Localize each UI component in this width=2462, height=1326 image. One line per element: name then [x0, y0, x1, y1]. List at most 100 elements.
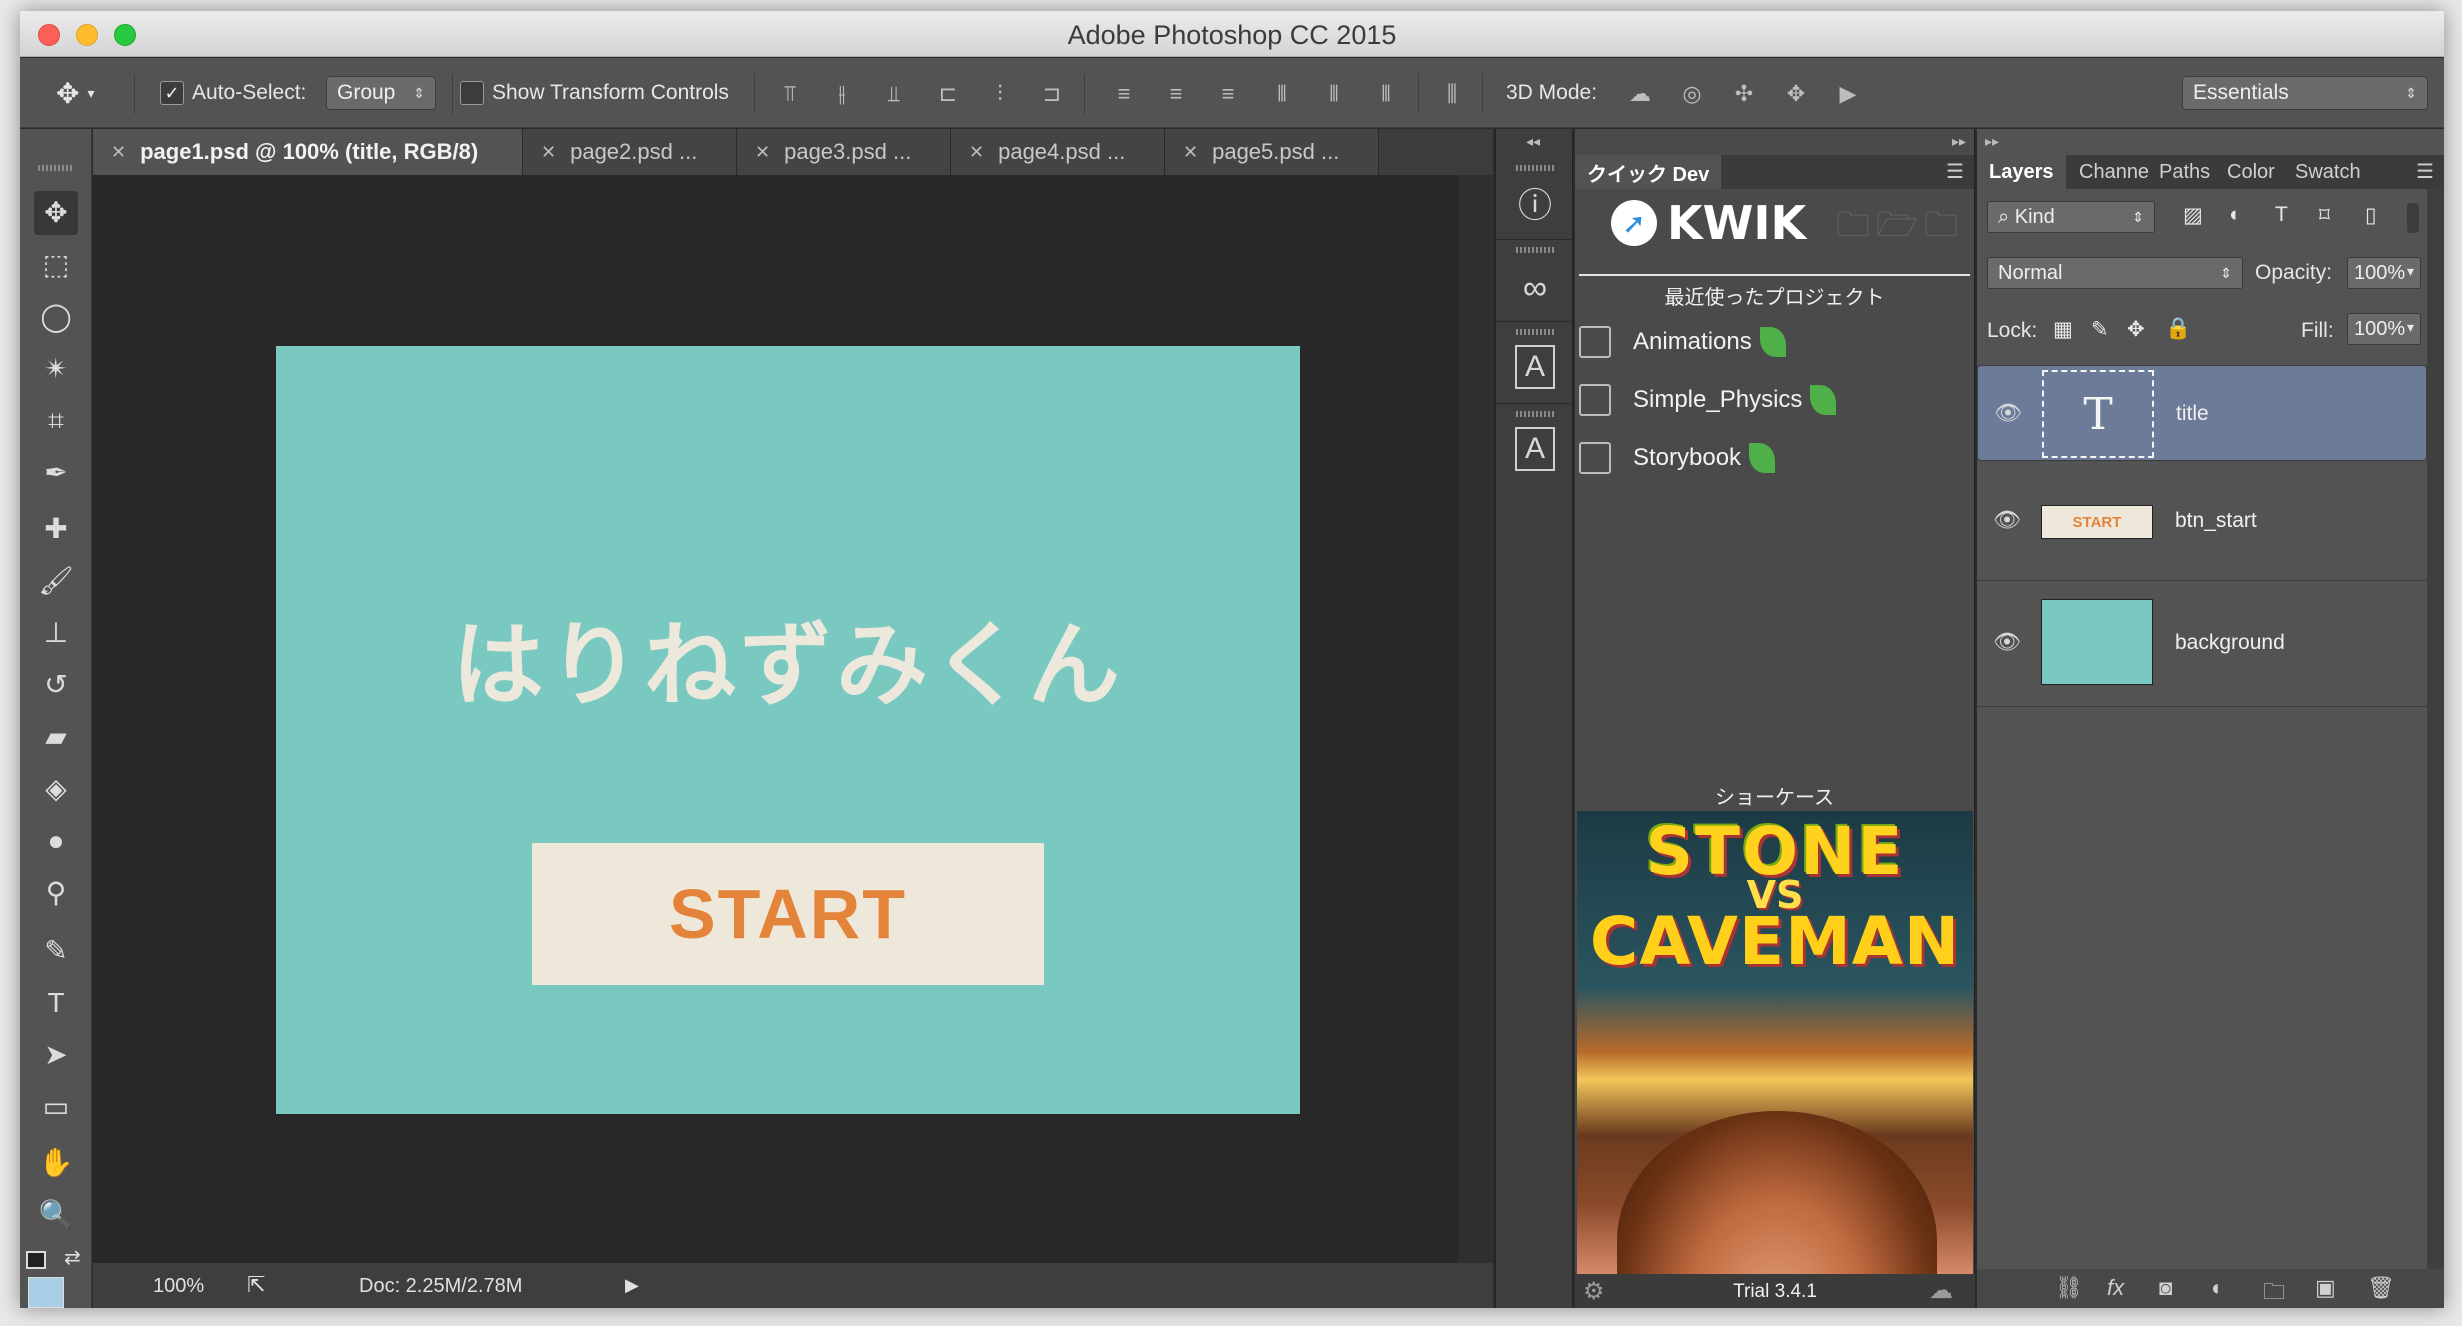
canvas-start-button[interactable]: START: [532, 843, 1044, 985]
fx-icon[interactable]: fx: [2107, 1275, 2124, 1301]
link-layers-icon[interactable]: ⛓: [2055, 1275, 2083, 1301]
path-selection-tool-icon[interactable]: ➤: [34, 1033, 78, 1077]
tab-layers[interactable]: Layers: [1977, 155, 2066, 189]
swap-colors-icon[interactable]: ⇄: [64, 1245, 81, 1270]
project-item-storybook[interactable]: Storybook: [1575, 438, 1776, 478]
layer-name[interactable]: title: [2176, 402, 2209, 426]
layer-name[interactable]: btn_start: [2175, 509, 2257, 533]
panel-grip[interactable]: [1516, 165, 1554, 171]
project-item-animations[interactable]: Animations: [1575, 322, 1786, 362]
healing-brush-tool-icon[interactable]: ✚: [34, 507, 78, 551]
blur-tool-icon[interactable]: ●: [34, 819, 78, 863]
lock-position-icon[interactable]: ✥: [2127, 317, 2145, 342]
creative-cloud-icon[interactable]: ∞: [1508, 263, 1562, 313]
panel-menu-icon[interactable]: ☰: [1946, 159, 1964, 184]
hand-tool-icon[interactable]: ✋: [34, 1141, 78, 1185]
eye-icon[interactable]: 👁: [1993, 629, 2021, 655]
open-folder-icon[interactable]: 🗁: [1876, 206, 1924, 244]
3d-slide-icon[interactable]: ✥: [1782, 80, 1810, 108]
panel-grip[interactable]: [1516, 247, 1554, 253]
default-colors-icon[interactable]: [26, 1251, 46, 1269]
share-icon[interactable]: ⇱: [247, 1272, 265, 1298]
filter-adjustment-icon[interactable]: ◐: [2229, 203, 2242, 227]
lock-transparent-icon[interactable]: ▦: [2053, 317, 2073, 342]
showcase-image[interactable]: STONE VS CAVEMAN: [1577, 811, 1973, 1274]
status-menu-arrow-icon[interactable]: ▶: [625, 1275, 639, 1296]
foreground-color-swatch[interactable]: [28, 1277, 64, 1308]
distribute-left-icon[interactable]: ⦀: [1268, 80, 1296, 108]
shape-tool-icon[interactable]: ▭: [34, 1085, 78, 1129]
tab-page2[interactable]: ✕ page2.psd ...: [523, 129, 737, 175]
paragraph-panel-icon[interactable]: A: [1515, 427, 1555, 471]
panel-menu-icon[interactable]: ☰: [2416, 159, 2434, 184]
distribute-vcenter-icon[interactable]: ≡: [1162, 80, 1190, 108]
brush-tool-icon[interactable]: 🖌: [34, 559, 78, 603]
opacity-dropdown-arrow-icon[interactable]: ▾: [2407, 263, 2414, 280]
trash-icon[interactable]: 🗑: [2367, 1275, 2395, 1301]
3d-orbit-icon[interactable]: ☁: [1626, 80, 1654, 108]
new-group-icon[interactable]: 🗀: [2263, 1275, 2285, 1308]
filter-smart-object-icon[interactable]: ▯: [2365, 203, 2377, 228]
filter-shape-icon[interactable]: ⌑: [2319, 203, 2330, 228]
add-mask-icon[interactable]: ◙: [2159, 1275, 2172, 1301]
collapse-arrows-icon[interactable]: ▸▸: [1952, 133, 1966, 150]
align-left-icon[interactable]: ⊏: [934, 80, 962, 108]
align-vcenter-icon[interactable]: ⫲: [828, 80, 856, 108]
filter-pixel-icon[interactable]: ▨: [2183, 203, 2203, 228]
auto-select-dropdown[interactable]: Group ⇕: [326, 76, 436, 110]
close-tab-icon[interactable]: ✕: [1183, 142, 1198, 163]
lock-all-icon[interactable]: 🔒: [2165, 317, 2191, 341]
adjustment-layer-icon[interactable]: ◐: [2211, 1275, 2224, 1301]
blend-mode-dropdown[interactable]: Normal ⇕: [1987, 257, 2243, 289]
panel-grip[interactable]: [1516, 329, 1554, 335]
layer-row-title[interactable]: 👁 T title: [1977, 365, 2427, 461]
eye-icon[interactable]: 👁: [1994, 400, 2022, 426]
info-icon[interactable]: ⓘ: [1508, 181, 1562, 231]
fill-dropdown-arrow-icon[interactable]: ▾: [2407, 319, 2414, 336]
marquee-tool-icon[interactable]: ⬚: [34, 243, 78, 287]
cloud-icon[interactable]: ☁: [1929, 1276, 1953, 1305]
close-tab-icon[interactable]: ✕: [969, 142, 984, 163]
tab-paths[interactable]: Paths: [2147, 155, 2222, 189]
new-project-folder-icon[interactable]: 🗀: [1836, 206, 1876, 244]
collapse-arrows-icon[interactable]: ◂◂: [1526, 133, 1540, 150]
paint-bucket-tool-icon[interactable]: ◈: [34, 767, 78, 811]
filter-toggle-switch[interactable]: [2407, 203, 2419, 233]
tab-page4[interactable]: ✕ page4.psd ...: [951, 129, 1165, 175]
tab-kwik-dev[interactable]: クイック Dev: [1575, 155, 1722, 189]
history-brush-tool-icon[interactable]: ↺: [34, 663, 78, 707]
folder-icon[interactable]: 🗀: [1924, 206, 1964, 244]
auto-align-icon[interactable]: ⫼: [1438, 80, 1466, 108]
layer-row-btn-start[interactable]: 👁 START btn_start: [1977, 461, 2427, 581]
3d-scale-icon[interactable]: ▶: [1834, 80, 1862, 108]
dodge-tool-icon[interactable]: ⚲: [34, 871, 78, 915]
align-top-icon[interactable]: ⫪: [776, 80, 804, 108]
pen-tool-icon[interactable]: ✎: [34, 929, 78, 973]
panel-grip[interactable]: [38, 165, 74, 171]
project-checkbox[interactable]: [1579, 384, 1611, 416]
stamp-tool-icon[interactable]: ⊥: [34, 611, 78, 655]
distribute-right-icon[interactable]: ⦀: [1372, 80, 1400, 108]
show-transform-checkbox[interactable]: [460, 81, 484, 105]
project-checkbox[interactable]: [1579, 442, 1611, 474]
distribute-top-icon[interactable]: ≡: [1110, 80, 1138, 108]
filter-kind-dropdown[interactable]: ⌕ Kind ⇕: [1987, 201, 2155, 233]
move-tool-preset[interactable]: ✥ ▾: [56, 58, 95, 128]
workspace-dropdown[interactable]: Essentials ⇕: [2182, 76, 2428, 110]
new-layer-icon[interactable]: ▣: [2315, 1275, 2336, 1301]
align-hcenter-icon[interactable]: ⫶: [986, 80, 1014, 108]
lasso-tool-icon[interactable]: ◯: [34, 295, 78, 339]
project-item-simple-physics[interactable]: Simple_Physics: [1575, 380, 1837, 420]
auto-select-checkbox[interactable]: ✓: [160, 81, 184, 105]
3d-pan-icon[interactable]: ✣: [1730, 80, 1758, 108]
eraser-tool-icon[interactable]: ▰: [34, 715, 78, 759]
collapse-arrows-icon[interactable]: ▸▸: [1985, 133, 1999, 150]
tab-swatches[interactable]: Swatch: [2283, 155, 2373, 189]
distribute-bottom-icon[interactable]: ≡: [1214, 80, 1242, 108]
tab-page3[interactable]: ✕ page3.psd ...: [737, 129, 951, 175]
crop-tool-icon[interactable]: ⌗: [34, 399, 78, 443]
align-bottom-icon[interactable]: ⫫: [880, 80, 908, 108]
document-canvas[interactable]: はりねずみくん START: [276, 346, 1300, 1114]
move-tool-icon[interactable]: ✥: [34, 191, 78, 235]
type-tool-icon[interactable]: T: [34, 981, 78, 1025]
